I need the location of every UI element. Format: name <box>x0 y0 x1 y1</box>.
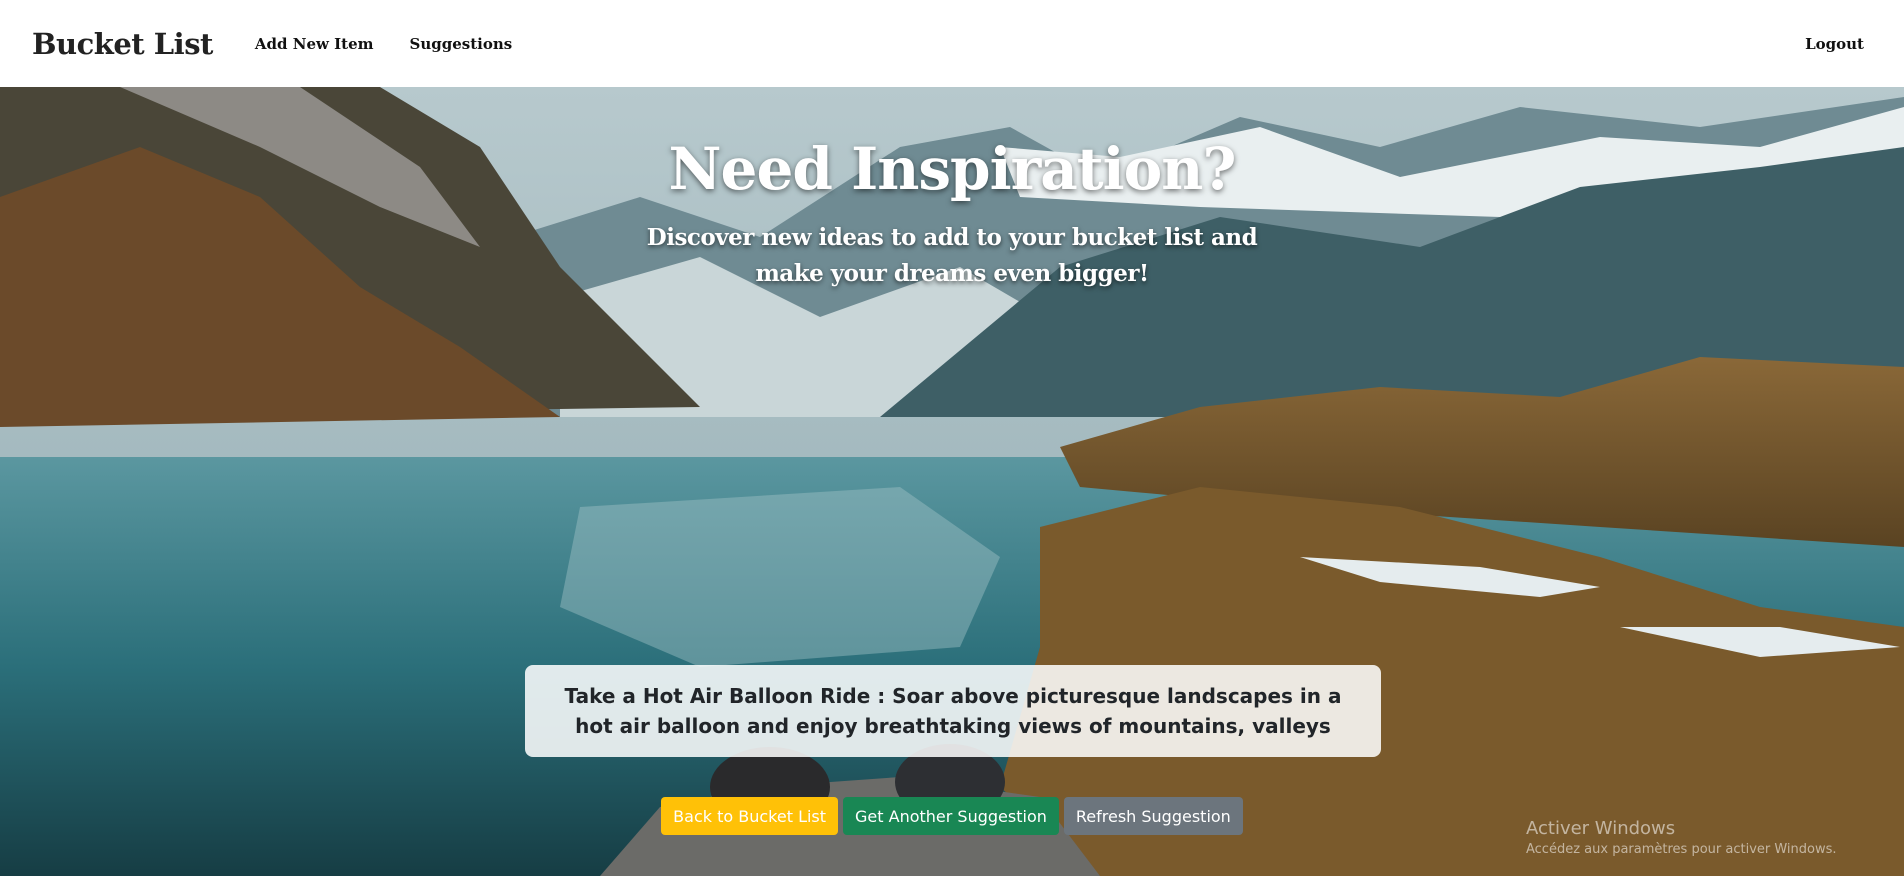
hero-title: Need Inspiration? <box>668 135 1237 203</box>
landscape-background-image <box>0 87 1904 876</box>
watermark-subtitle: Accédez aux paramètres pour activer Wind… <box>1526 842 1837 857</box>
suggestion-card: Take a Hot Air Balloon Ride : Soar above… <box>525 665 1381 757</box>
watermark-title: Activer Windows <box>1526 818 1676 839</box>
suggestion-text: Take a Hot Air Balloon Ride : Soar above… <box>564 684 1342 738</box>
logout-link[interactable]: Logout <box>1805 35 1864 53</box>
get-another-suggestion-button[interactable]: Get Another Suggestion <box>843 797 1059 835</box>
back-to-bucket-list-button[interactable]: Back to Bucket List <box>661 797 839 835</box>
brand-logo[interactable]: Bucket List <box>32 27 213 61</box>
nav-link-suggestions[interactable]: Suggestions <box>410 35 513 53</box>
navbar: Bucket List Add New Item Suggestions Log… <box>0 0 1904 87</box>
windows-activation-watermark: Activer Windows Accédez aux paramètres p… <box>1526 818 1837 857</box>
hero-subtitle: Discover new ideas to add to your bucket… <box>646 224 1258 287</box>
nav-link-add-new-item[interactable]: Add New Item <box>255 35 374 53</box>
hero-section: Need Inspiration? Discover new ideas to … <box>0 87 1904 876</box>
refresh-suggestion-button[interactable]: Refresh Suggestion <box>1063 797 1243 835</box>
